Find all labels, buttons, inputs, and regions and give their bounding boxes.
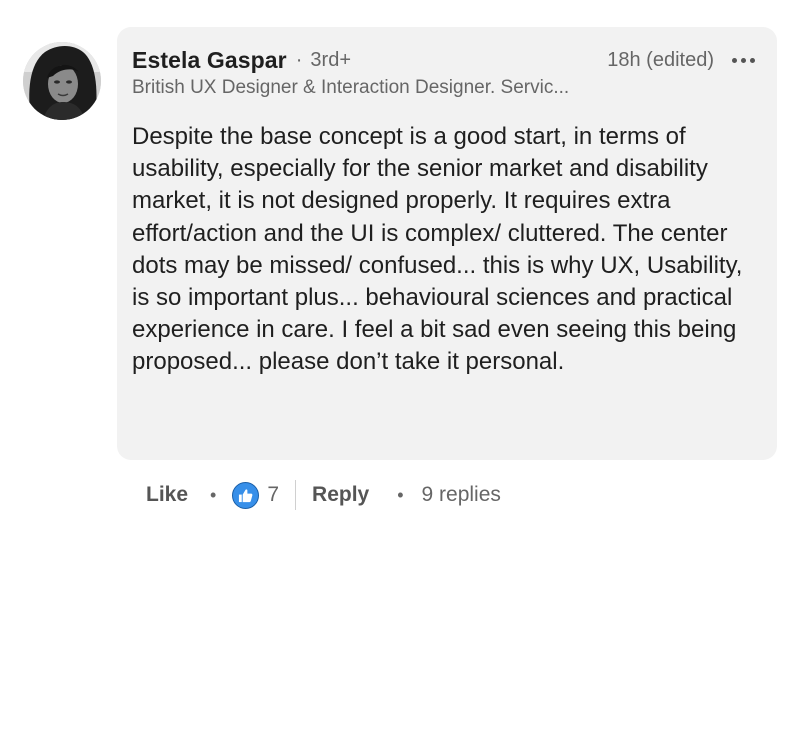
avatar[interactable]: [23, 42, 101, 120]
author-name[interactable]: Estela Gaspar: [132, 47, 287, 74]
thumbs-up-glyph: [239, 488, 253, 502]
more-dot: [732, 57, 737, 63]
replies-link[interactable]: 9 replies: [422, 483, 501, 507]
comment-thread: Estela Gaspar · 3rd+ 18h (edited) Britis…: [0, 0, 800, 749]
more-dot: [741, 57, 746, 63]
timestamp: 18h (edited): [607, 48, 714, 71]
action-divider: [295, 480, 297, 510]
comment-actions: Like • 7 Reply • 9 replies: [146, 476, 501, 514]
comment-bubble: Estela Gaspar · 3rd+ 18h (edited) Britis…: [117, 27, 777, 460]
action-separator: •: [397, 484, 404, 505]
more-dot: [750, 57, 755, 63]
thumbs-up-icon[interactable]: [232, 481, 260, 509]
action-separator: •: [210, 484, 217, 505]
avatar-photo: [23, 42, 101, 120]
like-button[interactable]: Like: [146, 483, 188, 507]
reply-button[interactable]: Reply: [312, 483, 369, 507]
degree-separator: ·: [295, 48, 303, 71]
reaction-count[interactable]: 7: [267, 483, 279, 507]
comment-header: Estela Gaspar · 3rd+ 18h (edited): [132, 44, 755, 76]
connection-degree: 3rd+: [310, 48, 351, 71]
author-headline: British UX Designer & Interaction Design…: [132, 77, 570, 98]
comment-text: Despite the base concept is a good start…: [132, 123, 743, 376]
more-options-icon[interactable]: [732, 50, 755, 70]
